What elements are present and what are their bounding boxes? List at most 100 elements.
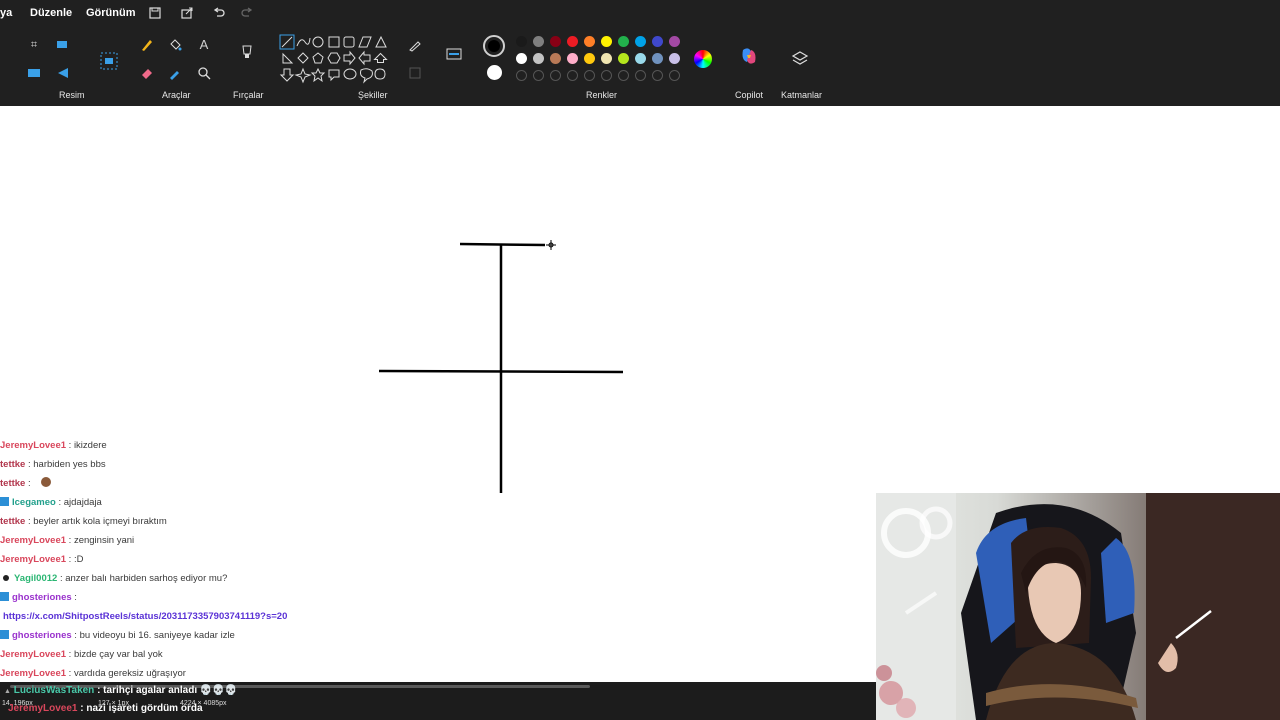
color-swatch[interactable] (533, 36, 544, 47)
color-swatch[interactable] (550, 53, 561, 64)
chat-message: JeremyLovee1 : bizde çay var bal yok (0, 645, 560, 664)
layers-icon[interactable] (791, 50, 809, 68)
share-icon[interactable] (180, 6, 194, 20)
chat-last-user: LuciusWasTaken (13, 685, 95, 696)
chat-username: JeremyLovee1 (0, 440, 67, 451)
color-swatch[interactable] (516, 36, 527, 47)
custom-color-slot[interactable] (601, 70, 612, 81)
chat-message: Icegameo : ajdajdaja (0, 493, 560, 512)
chat-message: JeremyLovee1 : :D (0, 550, 560, 569)
color-swatch[interactable] (584, 53, 595, 64)
color-swatch[interactable] (584, 36, 595, 47)
color-swatch[interactable] (550, 36, 561, 47)
chat-text: : vardıda gereksiz uğraşıyor (66, 668, 186, 679)
redo-icon[interactable] (240, 6, 254, 20)
chat-text: : zenginsin yani (66, 535, 135, 546)
chat-last-message: ▲ LuciusWasTaken : tarihçi agalar anladı… (4, 685, 237, 696)
custom-color-slot[interactable] (635, 70, 646, 81)
shape-style-icon[interactable] (446, 46, 462, 60)
color-swatch[interactable] (618, 53, 629, 64)
color-swatch[interactable] (567, 36, 578, 47)
color-picker-icon[interactable] (168, 66, 182, 80)
fill-icon[interactable] (168, 38, 182, 52)
group-label-colors: Renkler (586, 90, 618, 100)
custom-color-slot[interactable] (533, 70, 544, 81)
group-label-brushes: Fırçalar (233, 90, 264, 100)
chat-message: tettke : beyler artık kola içmeyi bırakt… (0, 512, 560, 531)
primary-color-swatch[interactable] (483, 35, 505, 57)
chat-text: : bizde çay var bal yok (66, 649, 163, 660)
chat-last-text: : tarihçi agalar anladı (94, 685, 198, 696)
edit-colors-icon[interactable] (694, 50, 712, 68)
outline-icon[interactable] (408, 38, 422, 52)
color-swatch[interactable] (533, 53, 544, 64)
chat-message: tettke : harbiden yes bbs (0, 455, 560, 474)
webcam-overlay (876, 493, 1280, 720)
chat-text: : bu videoyu bi 16. saniyeye kadar izle (71, 630, 235, 641)
color-swatch[interactable] (516, 53, 527, 64)
color-swatch[interactable] (635, 53, 646, 64)
secondary-color-swatch[interactable] (487, 65, 502, 80)
custom-color-slot[interactable] (669, 70, 680, 81)
custom-color-slot[interactable] (584, 70, 595, 81)
chat-link[interactable]: https://x.com/ShitpostReels/status/20311… (3, 611, 287, 622)
color-swatch[interactable] (669, 36, 680, 47)
stroke-horizontal (378, 369, 624, 374)
chat-prev-user: JeremyLovee1 (8, 703, 78, 714)
chat-prev-text: : nazi işareti gördüm orda (77, 703, 203, 714)
chat-username: tettke (0, 478, 26, 489)
ribbon-toolbar: ⌗ Resim A Araçlar Fırçalar Şekiller Renk… (0, 26, 1280, 107)
color-swatch[interactable] (652, 53, 663, 64)
menu-view[interactable]: Görünüm (86, 7, 136, 19)
color-swatch[interactable] (601, 36, 612, 47)
color-swatch[interactable] (567, 53, 578, 64)
chat-username: JeremyLovee1 (0, 668, 67, 679)
chat-message: JeremyLovee1 : vardıda gereksiz uğraşıyo… (0, 664, 560, 683)
chat-text: : harbiden yes bbs (25, 459, 106, 470)
chat-message: tettke : (0, 474, 560, 493)
eraser-icon[interactable] (140, 66, 154, 80)
pencil-icon[interactable] (140, 38, 154, 52)
chat-message: Yagil0012 : anzer balı harbiden sarhoş e… (0, 569, 560, 588)
fill-style-icon[interactable] (408, 66, 422, 80)
copilot-icon[interactable] (739, 46, 759, 66)
color-swatch[interactable] (669, 53, 680, 64)
color-swatch[interactable] (601, 53, 612, 64)
rotate-icon[interactable] (56, 66, 70, 80)
chat-text: : (71, 592, 77, 603)
custom-color-slot[interactable] (550, 70, 561, 81)
chat-message: ghosteriones : bu videoyu bi 16. saniyey… (0, 626, 560, 645)
color-swatch[interactable] (618, 36, 629, 47)
crop-icon[interactable]: ⌗ (27, 38, 41, 52)
brush-icon[interactable] (240, 44, 254, 58)
image-select-icon[interactable] (100, 52, 118, 70)
custom-color-slot[interactable] (567, 70, 578, 81)
color-swatch[interactable] (635, 36, 646, 47)
select-icon[interactable] (56, 38, 70, 52)
group-label-tools: Araçlar (162, 90, 191, 100)
color-swatch[interactable] (652, 36, 663, 47)
group-label-shapes: Şekiller (358, 90, 388, 100)
save-icon[interactable] (148, 6, 162, 20)
text-icon[interactable]: A (197, 38, 211, 52)
chat-username: Yagil0012 (14, 573, 58, 584)
custom-color-slot[interactable] (618, 70, 629, 81)
shapes-gallery[interactable] (279, 34, 389, 86)
chat-text: : ikizdere (66, 440, 107, 451)
magnifier-icon[interactable] (197, 66, 211, 80)
chat-username: ghosteriones (12, 630, 72, 641)
chat-username: JeremyLovee1 (0, 535, 67, 546)
undo-icon[interactable] (212, 6, 226, 20)
chat-prev-message: JeremyLovee1 : nazi işareti gördüm orda (8, 703, 203, 714)
menu-edit[interactable]: Düzenle (30, 7, 72, 19)
stroke-top-bar (459, 242, 546, 247)
menu-file[interactable]: ya (0, 7, 12, 19)
chat-text: : (25, 478, 34, 489)
chat-username: JeremyLovee1 (0, 649, 67, 660)
custom-color-slot[interactable] (652, 70, 663, 81)
group-label-layers: Katmanlar (781, 90, 823, 100)
resize-icon[interactable] (27, 66, 41, 80)
custom-color-slot[interactable] (516, 70, 527, 81)
group-label-image: Resim (59, 90, 85, 100)
chat-message: JeremyLovee1 : ikizdere (0, 436, 560, 455)
